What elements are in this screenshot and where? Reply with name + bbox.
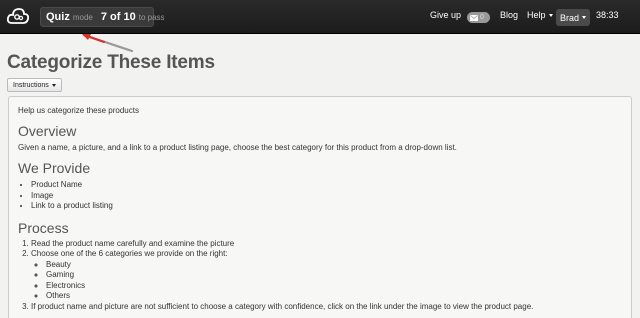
chevron-down-icon	[51, 83, 56, 87]
envelope-icon	[470, 14, 478, 21]
list-item: Product Name	[31, 180, 631, 191]
mail-count-badge: 0	[480, 14, 484, 21]
we-provide-heading: We Provide	[18, 160, 91, 176]
user-name: Brad	[559, 12, 579, 23]
overview-heading: Overview	[18, 123, 77, 139]
page-title: Categorize These Items	[7, 52, 215, 73]
category-item: Others	[46, 291, 631, 302]
process-step-text: If product name and picture are not suff…	[31, 301, 534, 311]
quiz-mode-indicator: Quiz mode 7 of 10 to pass	[40, 7, 165, 27]
intro-text: Help us categorize these products	[18, 106, 139, 115]
process-step: Choose one of the 6 categories we provid…	[31, 249, 631, 302]
give-up-link[interactable]: Give up	[430, 10, 461, 20]
process-step-text: Choose one of the 6 categories we provid…	[31, 249, 228, 258]
cloud-logo-icon[interactable]	[6, 5, 30, 29]
instructions-panel: Help us categorize these products Overvi…	[8, 96, 632, 318]
timer: 38:33	[596, 10, 619, 20]
category-item: Beauty	[46, 260, 631, 271]
process-heading: Process	[18, 219, 69, 236]
chevron-down-icon	[582, 16, 586, 19]
category-list: Beauty Gaming Electronics Others	[31, 260, 631, 302]
instructions-dropdown-button[interactable]: Instructions	[7, 78, 62, 92]
mode-label: mode	[72, 12, 93, 22]
pass-label: to pass	[138, 12, 165, 22]
category-item: Electronics	[46, 281, 631, 292]
help-menu[interactable]: Help	[527, 10, 553, 20]
top-navbar: Quiz mode 7 of 10 to pass Give up 0 Blog…	[0, 0, 640, 34]
quiz-label: Quiz	[46, 11, 70, 23]
quiz-progress-count: 7 of 10	[100, 11, 136, 23]
category-item: Gaming	[46, 270, 631, 281]
chevron-down-icon	[548, 14, 553, 18]
mail-button[interactable]: 0	[467, 12, 490, 23]
process-steps-list: Read the product name carefully and exam…	[18, 239, 631, 313]
blog-link[interactable]: Blog	[500, 10, 518, 20]
instructions-label: Instructions	[13, 81, 49, 89]
annotation-arrow	[82, 33, 134, 53]
process-step-text: Read the product name carefully and exam…	[31, 238, 235, 248]
overview-text: Given a name, a picture, and a link to a…	[18, 143, 457, 152]
process-step: Read the product name carefully and exam…	[31, 239, 631, 250]
user-menu-button[interactable]: Brad	[556, 9, 590, 26]
help-label: Help	[527, 10, 546, 20]
process-step: If product name and picture are not suff…	[31, 302, 631, 313]
list-item: Image	[31, 191, 631, 202]
list-item: Link to a product listing	[31, 201, 631, 212]
provide-list: Product Name Image Link to a product lis…	[18, 180, 631, 212]
